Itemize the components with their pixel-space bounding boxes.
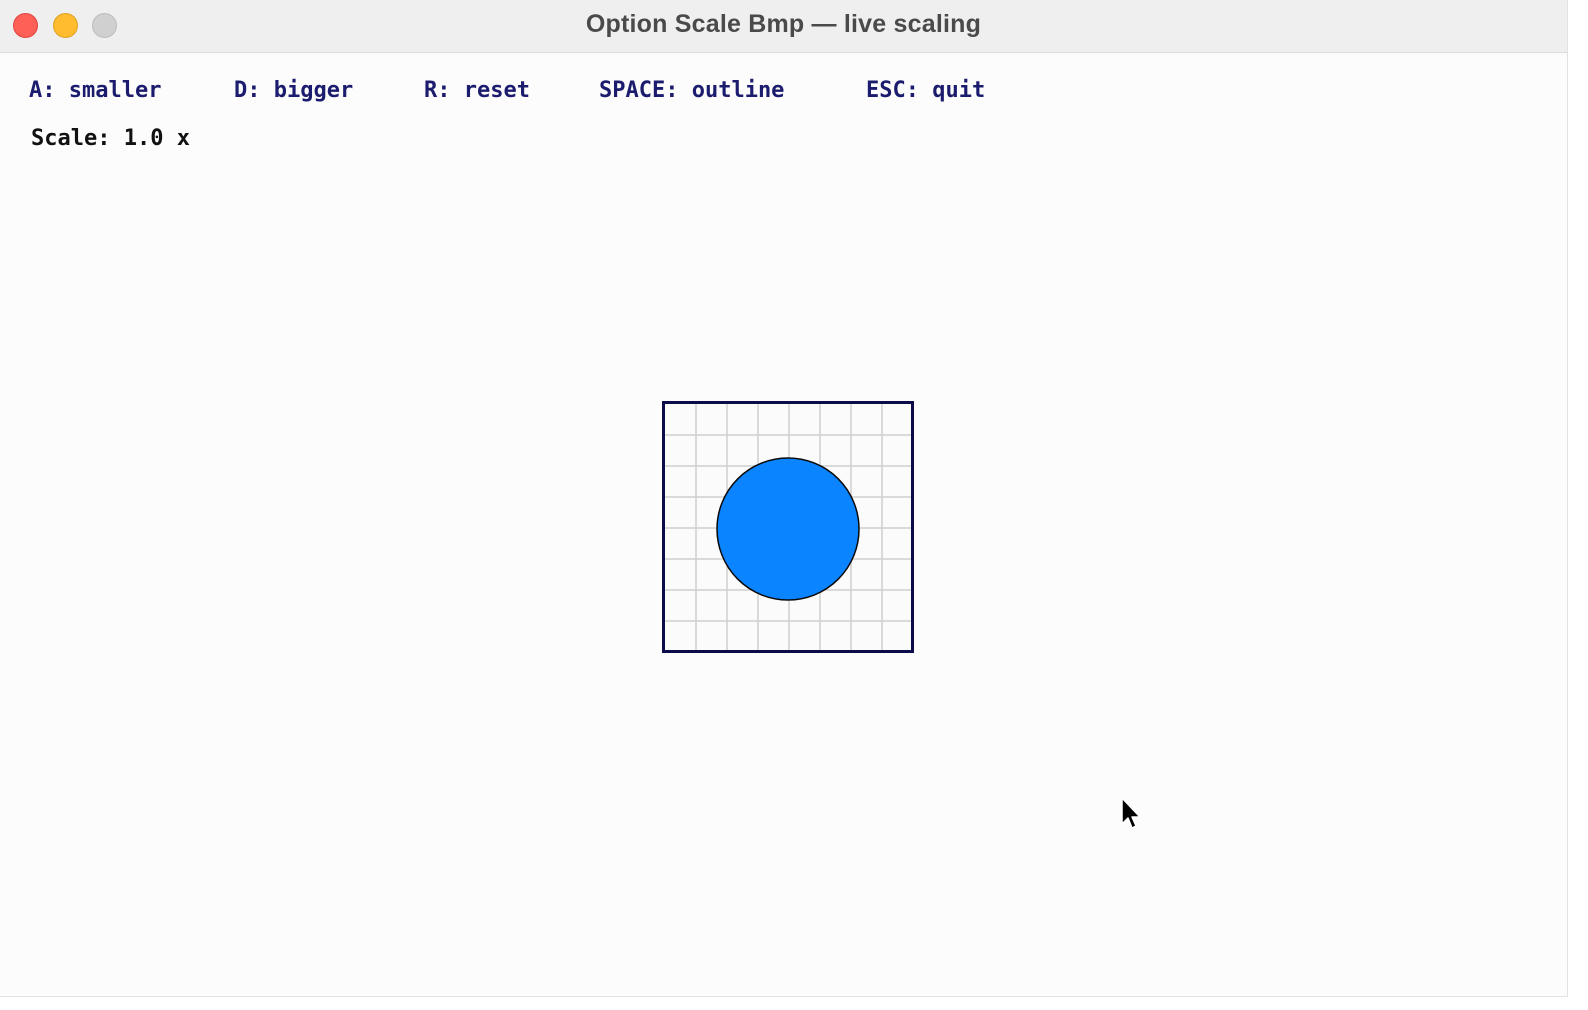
control-reset: R: reset bbox=[424, 78, 530, 103]
scale-readout: Scale: 1.0 x bbox=[31, 126, 190, 151]
sprite-circle bbox=[716, 457, 860, 601]
scale-value: 1.0 x bbox=[123, 126, 190, 151]
control-outline: SPACE: outline bbox=[599, 78, 785, 103]
control-smaller: A: smaller bbox=[29, 78, 162, 103]
sprite-bitmap bbox=[665, 404, 911, 650]
window-title: Option Scale Bmp — live scaling bbox=[585, 10, 982, 38]
scale-label: Scale: bbox=[31, 126, 111, 151]
control-bigger: D: bigger bbox=[234, 78, 354, 103]
game-canvas[interactable]: A: smaller D: bigger R: reset SPACE: out… bbox=[0, 54, 1567, 996]
sprite-frame bbox=[662, 401, 914, 653]
app-window: Option Scale Bmp — live scaling A: small… bbox=[0, 0, 1568, 997]
arrow-cursor-icon bbox=[1121, 797, 1141, 829]
title-bar: Option Scale Bmp — live scaling bbox=[0, 0, 1567, 53]
control-quit: ESC: quit bbox=[866, 78, 986, 103]
